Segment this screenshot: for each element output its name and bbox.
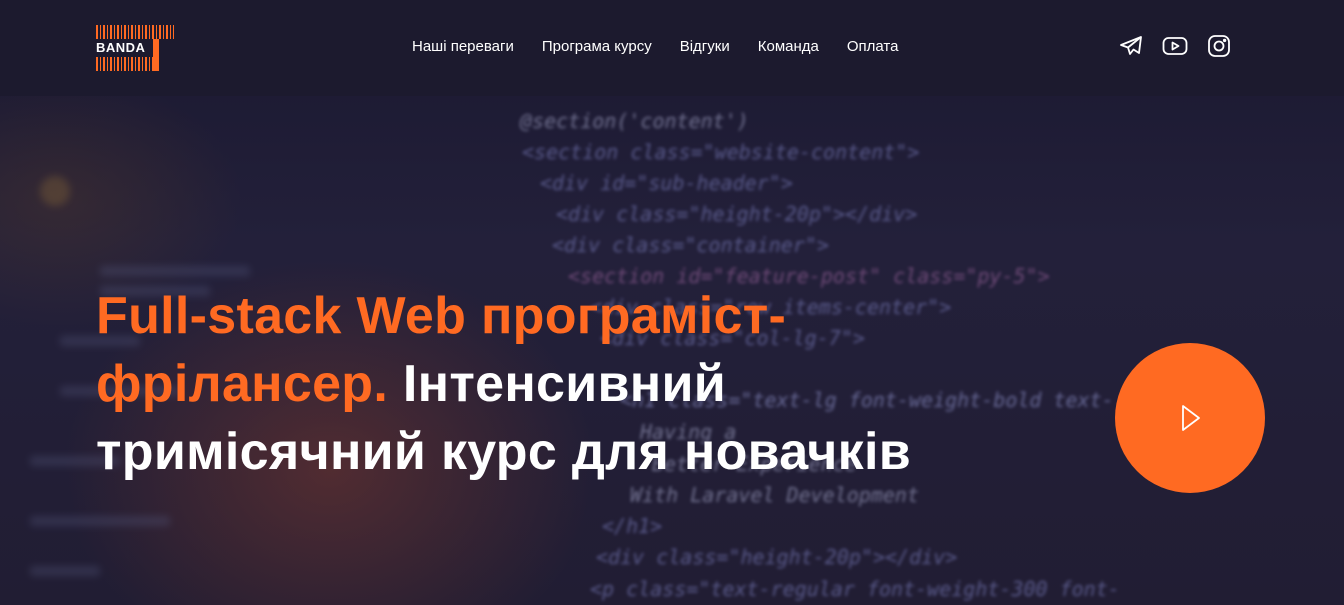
nav-item-advantages[interactable]: Наші переваги [412,38,514,55]
code-line: <div class="height-20p"></div> [556,202,918,226]
nav-item-reviews[interactable]: Відгуки [680,38,730,55]
code-line: <div class="container"> [552,233,829,257]
code-line: </h1> [602,514,663,538]
code-line: <p class="text-regular font-weight-300 f… [590,577,1120,601]
nav-item-payment[interactable]: Оплата [847,38,899,55]
hero-title: Full-stack Web програміст-фрілансер. Інт… [96,282,916,486]
code-line: With Laravel Development [630,483,919,507]
nav-item-course-program[interactable]: Програма курсу [542,38,652,55]
instagram-icon[interactable] [1206,33,1232,59]
logo-barcode-top [96,25,174,39]
telegram-icon[interactable] [1118,33,1144,59]
play-icon [1177,403,1203,433]
code-line: @section('content') [520,109,749,133]
nav-item-team[interactable]: Команда [758,38,819,55]
code-line: <div id="sub-header"> [540,171,793,195]
logo-barcode-bottom [96,57,158,71]
code-line: <section class="website-content"> [522,140,920,164]
logo-text: BANDA [96,40,146,55]
banda-logo[interactable]: BANDA [96,25,174,71]
youtube-icon[interactable] [1162,33,1188,59]
main-nav: Наші переваги Програма курсу Відгуки Ком… [412,38,898,55]
code-line: <div class="height-20p"></div> [596,545,958,569]
play-video-button[interactable] [1115,343,1265,493]
